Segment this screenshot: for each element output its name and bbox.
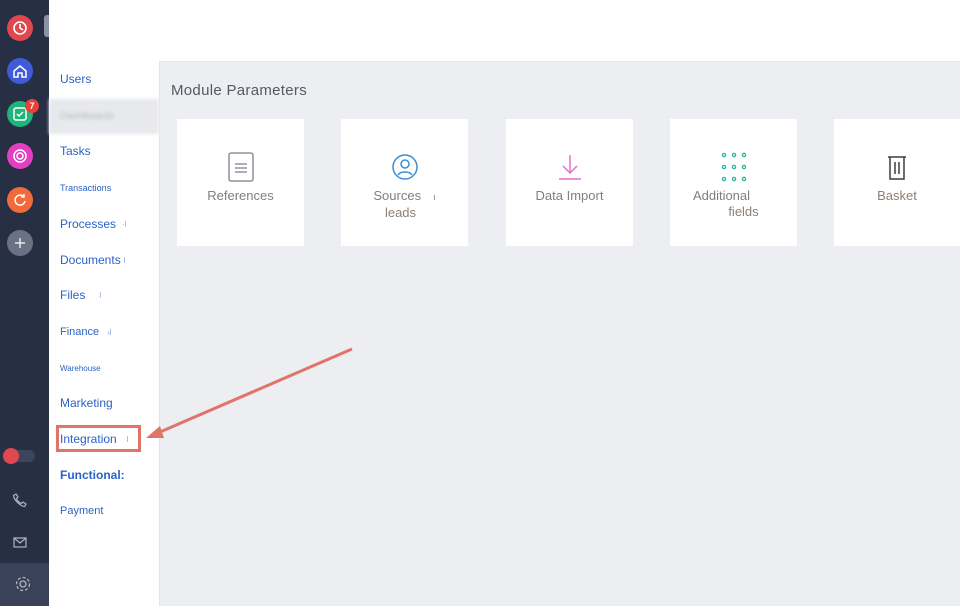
menu-item-tasks[interactable]: Tasks — [49, 134, 159, 168]
download-icon — [556, 152, 584, 182]
clock-icon[interactable] — [7, 15, 33, 41]
menu-item-finance[interactable]: Finance ›l — [49, 315, 159, 349]
menu-item-dashboards[interactable]: Dashboards — [49, 99, 159, 134]
menu-item-marketing[interactable]: Marketing — [49, 386, 159, 420]
menu-count: ·l — [122, 219, 127, 229]
plus-icon[interactable] — [7, 230, 33, 256]
gear-icon — [10, 571, 36, 597]
card-label-secondary: leads — [384, 205, 417, 220]
mail-icon[interactable] — [7, 529, 33, 555]
top-header — [159, 0, 960, 62]
menu-count: ›l — [107, 327, 112, 337]
home-icon[interactable] — [7, 58, 33, 84]
card-label: Additional — [692, 188, 751, 203]
card-sources-leads[interactable]: Sources ı leads — [341, 119, 468, 246]
dots-grid-icon — [719, 152, 749, 182]
card-basket[interactable]: Basket — [834, 119, 960, 246]
target-icon[interactable] — [7, 143, 33, 169]
toggle-knob — [3, 448, 19, 464]
menu-item-payment[interactable]: Payment — [49, 494, 159, 528]
menu-item-warehouse[interactable]: Warehouse — [49, 351, 159, 385]
menu-count: l — [123, 255, 126, 265]
card-label: Sources ı — [373, 188, 436, 203]
menu-item-functional[interactable]: Functional: — [49, 458, 159, 492]
menu-item-users[interactable]: Users — [49, 62, 159, 96]
card-data-import[interactable]: Data Import — [506, 119, 633, 246]
card-side-mark: ı — [433, 192, 436, 202]
phone-icon[interactable] — [7, 487, 33, 513]
notification-badge: 7 — [25, 99, 39, 113]
theme-toggle[interactable] — [3, 448, 35, 464]
card-label: Basket — [877, 188, 917, 203]
settings-button[interactable] — [0, 563, 49, 606]
settings-menu: Users Dashboards Tasks Transactions Proc… — [49, 0, 160, 606]
card-label: References — [207, 188, 274, 203]
menu-item-transactions[interactable]: Transactions — [49, 171, 159, 205]
user-circle-icon — [391, 152, 419, 182]
trash-icon — [886, 152, 908, 182]
card-additional-fields[interactable]: Additional fields — [670, 119, 797, 246]
document-icon — [227, 152, 254, 182]
menu-item-files[interactable]: Files l — [49, 278, 159, 312]
card-label: Data Import — [535, 188, 604, 203]
page-title: Module Parameters — [171, 82, 307, 99]
menu-item-documents[interactable]: Documents l — [49, 243, 159, 277]
card-references[interactable]: References — [177, 119, 304, 246]
icon-rail: 7 — [0, 0, 49, 606]
menu-count: l — [99, 290, 102, 300]
card-label-secondary: fields — [728, 204, 759, 219]
menu-item-processes[interactable]: Processes ·l — [49, 207, 159, 241]
integration-highlight-box — [56, 425, 141, 452]
sync-icon[interactable] — [7, 187, 33, 213]
